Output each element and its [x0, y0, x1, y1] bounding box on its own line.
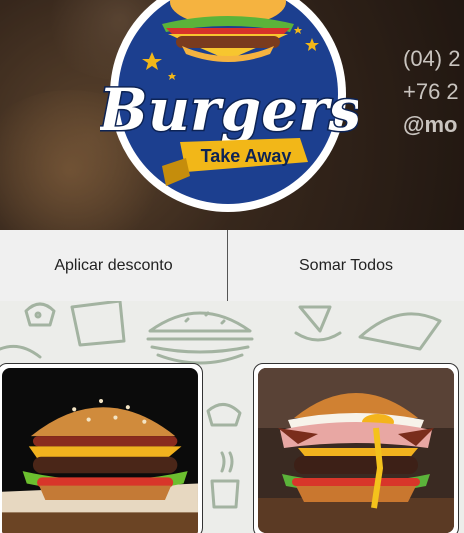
cheeseburger-bacon-photo: [2, 368, 198, 533]
instagram-handle: @mo: [403, 112, 458, 137]
contact-info: (04) 2 +76 2 @mo: [403, 42, 460, 141]
burgers-logo: Burgers Take Away: [100, 0, 358, 212]
sum-all-button[interactable]: Somar Todos: [228, 230, 464, 301]
product-list: [0, 301, 464, 533]
phone-number-1: (04) 2: [403, 46, 461, 71]
egg-ham-burger-photo: [258, 368, 454, 533]
logo-subtitle: Take Away: [201, 146, 292, 166]
product-card[interactable]: [0, 363, 203, 533]
header-banner: (04) 2 +76 2 @mo Burgers Take Away: [0, 0, 464, 230]
app-screen: (04) 2 +76 2 @mo Burgers Take Away Aplic…: [0, 0, 464, 533]
apply-discount-button[interactable]: Aplicar desconto: [0, 230, 228, 301]
logo-title: Burgers: [100, 76, 358, 144]
action-bar: Aplicar desconto Somar Todos: [0, 230, 464, 301]
product-card[interactable]: [253, 363, 459, 533]
phone-number-2: +76 2: [403, 79, 459, 104]
